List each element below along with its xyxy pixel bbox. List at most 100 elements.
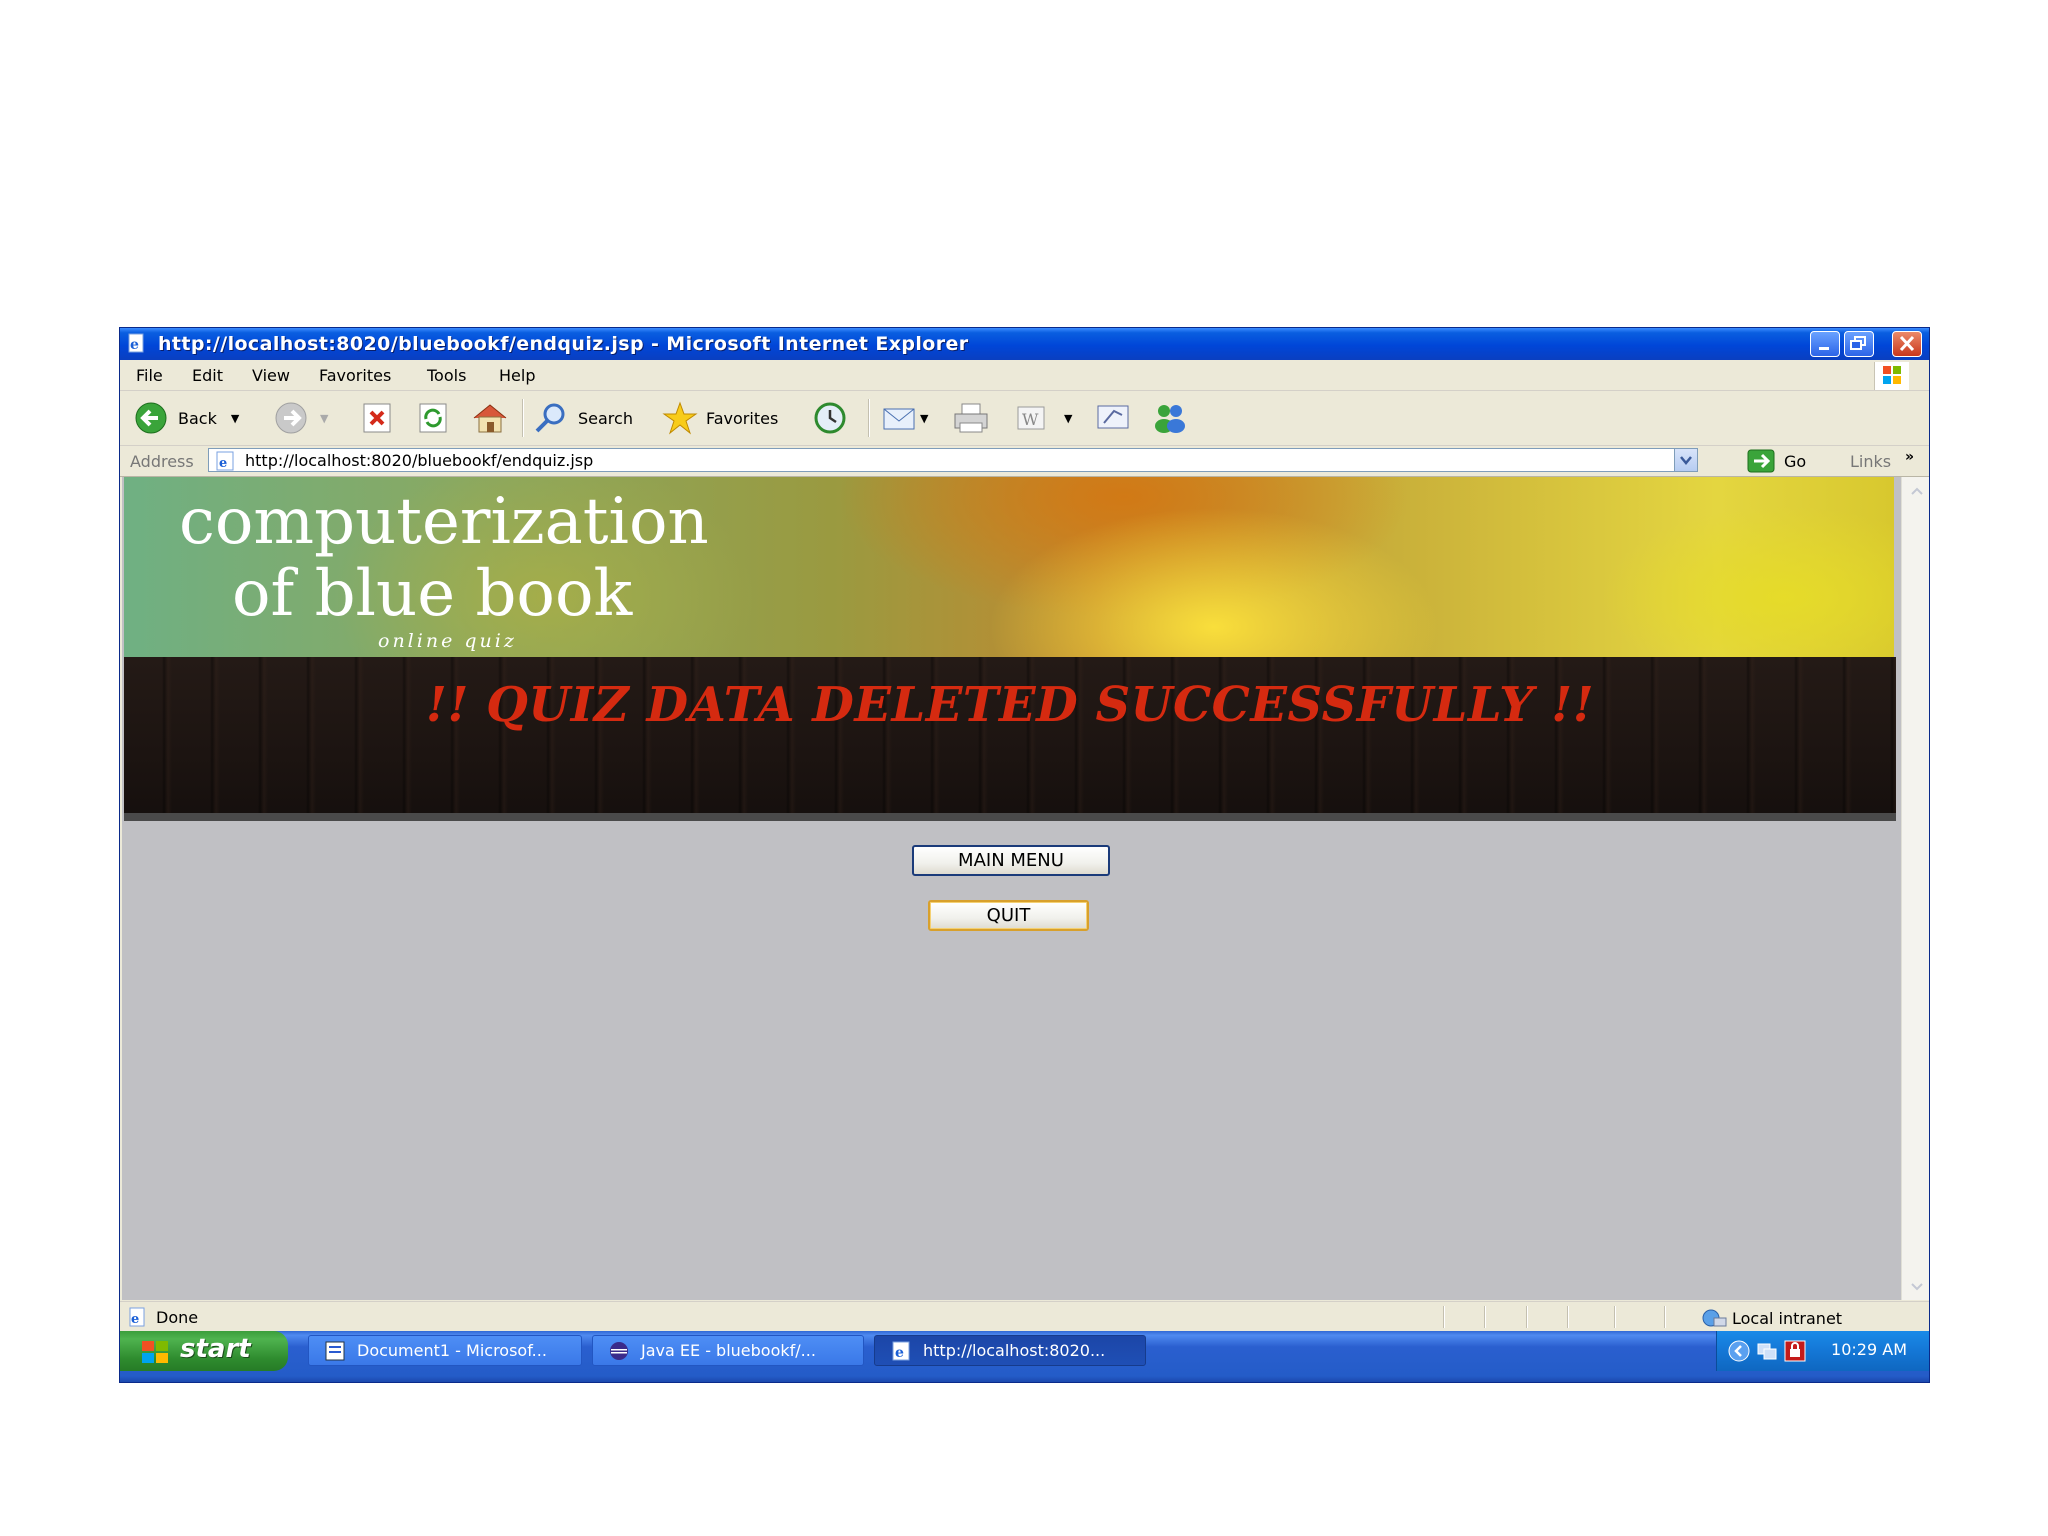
taskbar-item-eclipse[interactable]: Java EE - bluebookf/... (592, 1335, 864, 1366)
windows-logo-icon (1874, 362, 1909, 390)
edit-button[interactable]: W ▼ (1012, 401, 1072, 435)
address-label: Address (130, 452, 194, 471)
ie-page-icon: e (126, 332, 148, 354)
svg-text:W: W (1022, 410, 1039, 429)
mail-dropdown-icon[interactable]: ▼ (920, 412, 928, 425)
close-button[interactable] (1892, 331, 1922, 357)
browser-window: e http://localhost:8020/bluebookf/endqui… (119, 327, 1930, 1383)
forward-arrow-icon (275, 402, 307, 434)
vertical-scrollbar[interactable] (1901, 477, 1929, 1300)
status-page-icon: e (126, 1306, 150, 1332)
windows-flag-icon (142, 1341, 168, 1363)
security-alert-icon[interactable] (1783, 1339, 1807, 1363)
site-banner: computerization of blue book online quiz (124, 477, 1894, 657)
system-tray: 10:29 AM (1716, 1331, 1929, 1371)
network-icon[interactable] (1755, 1339, 1779, 1363)
history-icon (814, 402, 846, 434)
edit-icon: W (1017, 406, 1045, 430)
svg-text:e: e (895, 1345, 904, 1361)
menu-favorites[interactable]: Favorites (319, 366, 391, 385)
taskbar-item-label: Java EE - bluebookf/... (641, 1341, 816, 1360)
favorites-star-icon (662, 401, 698, 435)
main-menu-button[interactable]: MAIN MENU (912, 845, 1110, 876)
forward-dropdown-icon: ▼ (320, 411, 329, 425)
window-title: http://localhost:8020/bluebookf/endquiz.… (158, 333, 969, 355)
start-label: start (180, 1334, 251, 1364)
zone-label: Local intranet (1732, 1308, 1843, 1328)
word-document-icon (325, 1341, 345, 1360)
address-url: http://localhost:8020/bluebookf/endquiz.… (245, 451, 594, 470)
go-arrow-icon (1747, 449, 1775, 473)
links-chevron-icon[interactable]: » (1905, 449, 1914, 465)
mail-icon (883, 408, 915, 430)
search-label: Search (578, 408, 633, 428)
edit-dropdown-icon[interactable]: ▼ (1064, 412, 1072, 425)
forward-button[interactable]: ▼ (272, 401, 328, 435)
svg-text:e: e (131, 1312, 139, 1327)
minimize-button[interactable] (1810, 331, 1840, 357)
home-button[interactable] (470, 401, 510, 435)
mail-button[interactable]: ▼ (880, 401, 928, 435)
messenger-button[interactable] (1150, 401, 1192, 435)
menu-help[interactable]: Help (499, 366, 535, 385)
home-icon (473, 404, 507, 433)
eclipse-icon (610, 1341, 628, 1360)
go-button[interactable]: Go (1746, 448, 1806, 474)
taskbar-item-ie[interactable]: e http://localhost:8020... (874, 1335, 1146, 1366)
menu-file[interactable]: File (136, 366, 163, 385)
back-arrow-icon (135, 402, 167, 434)
menu-view[interactable]: View (252, 366, 290, 385)
menu-bar: File Edit View Favorites Tools Help (120, 360, 1929, 391)
success-message: !! QUIZ DATA DELETED SUCCESSFULLY !! (425, 677, 1595, 733)
toolbar: Back ▼ ▼ Search Favorites ▼ W ▼ (120, 391, 1929, 446)
status-bar: e Done Local intranet (120, 1301, 1929, 1332)
print-button[interactable] (950, 401, 994, 435)
svg-text:e: e (130, 337, 139, 353)
taskbar-item-label: http://localhost:8020... (923, 1341, 1106, 1360)
tray-expand-icon[interactable] (1727, 1339, 1751, 1363)
stop-button[interactable] (360, 401, 394, 435)
back-dropdown-icon[interactable]: ▼ (231, 412, 239, 425)
links-label[interactable]: Links (1850, 452, 1891, 471)
restore-button[interactable] (1844, 331, 1874, 357)
intranet-globe-icon (1702, 1309, 1727, 1327)
scroll-up-icon[interactable] (1906, 481, 1928, 501)
taskbar: start Document1 - Microsof... Java EE - … (120, 1331, 1929, 1382)
discuss-icon (1097, 405, 1129, 429)
security-zone: Local intranet (1698, 1308, 1842, 1328)
address-bar: Address e http://localhost:8020/bluebook… (120, 446, 1929, 477)
taskbar-item-word[interactable]: Document1 - Microsof... (308, 1335, 582, 1366)
taskbar-item-label: Document1 - Microsof... (357, 1341, 547, 1360)
start-button[interactable]: start (120, 1331, 288, 1371)
clock: 10:29 AM (1831, 1340, 1907, 1359)
title-bar[interactable]: e http://localhost:8020/bluebookf/endqui… (120, 328, 1929, 360)
search-icon (535, 403, 565, 433)
banner-subtitle: online quiz (378, 630, 517, 652)
status-text: Done (156, 1308, 199, 1327)
refresh-icon (419, 403, 447, 433)
print-icon (954, 403, 988, 433)
scroll-down-icon[interactable] (1906, 1276, 1928, 1296)
history-button[interactable] (810, 401, 850, 435)
banner-title-line2: of blue book (232, 557, 633, 631)
go-label: Go (1784, 451, 1807, 471)
favorites-label: Favorites (706, 408, 779, 428)
back-label: Back (178, 408, 217, 428)
back-button[interactable]: Back ▼ (134, 401, 239, 435)
discuss-button[interactable] (1092, 401, 1138, 435)
menu-edit[interactable]: Edit (192, 366, 223, 385)
banner-title-line1: computerization (179, 485, 709, 559)
page-icon: e (213, 451, 239, 475)
message-band: !! QUIZ DATA DELETED SUCCESSFULLY !! (124, 657, 1896, 821)
ie-icon: e (892, 1341, 910, 1361)
refresh-button[interactable] (416, 401, 450, 435)
page-content: computerization of blue book online quiz… (122, 477, 1901, 1300)
quit-button[interactable]: QUIT (928, 900, 1089, 931)
svg-text:e: e (219, 456, 227, 471)
address-input[interactable]: e http://localhost:8020/bluebookf/endqui… (208, 448, 1698, 472)
address-dropdown-icon[interactable] (1674, 449, 1697, 471)
stop-icon (363, 403, 391, 433)
search-button[interactable]: Search (532, 401, 633, 435)
favorites-button[interactable]: Favorites (660, 401, 778, 435)
menu-tools[interactable]: Tools (427, 366, 466, 385)
